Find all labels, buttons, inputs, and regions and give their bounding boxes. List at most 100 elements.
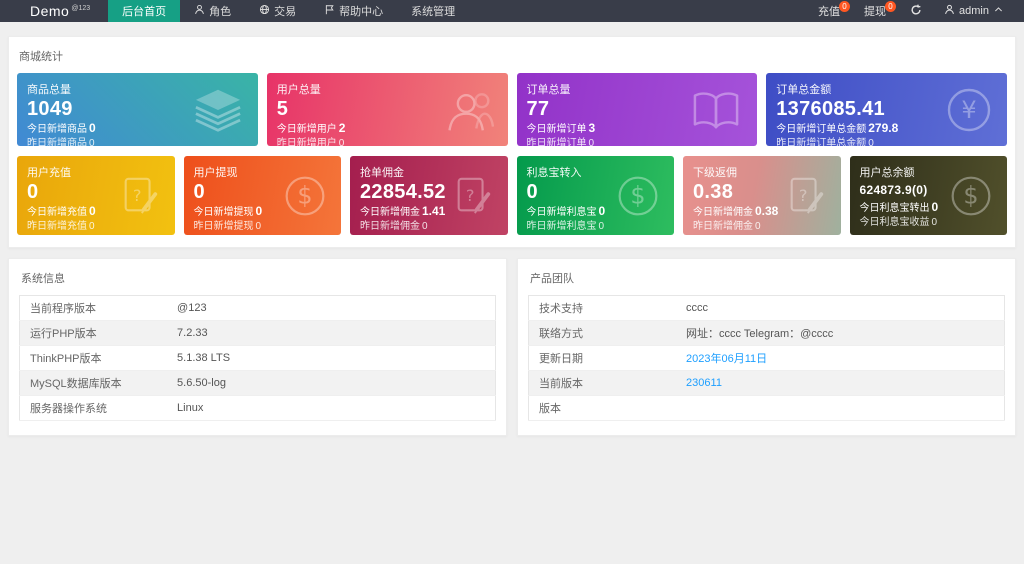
nav-item-system-management[interactable]: 系统管理	[397, 0, 469, 22]
withdraw-button[interactable]: 提现 0	[852, 0, 898, 22]
row-value: Linux	[167, 396, 495, 421]
stat-card-user-total: 用户总量 5 今日新增用户2 昨日新增用户0	[267, 73, 508, 146]
shop-stats-title: 商城统计	[17, 45, 1007, 73]
yen-circle-icon: ¥	[945, 86, 993, 134]
stat-card-user-withdraw: 用户提现 0 今日新增提现0 昨日新增提现0 $	[184, 156, 342, 235]
product-team-panel: 产品团队 技术支持cccc 联络方式网址：cccc Telegram：@cccc…	[517, 258, 1016, 436]
main-menu: 后台首页 角色 交易 帮助中心 系统管理	[108, 0, 469, 22]
svg-text:?: ?	[132, 185, 141, 204]
row-label: 联络方式	[529, 321, 677, 346]
user-menu[interactable]: admin	[934, 0, 1014, 22]
system-info-table: 当前程序版本@123 运行PHP版本7.2.33 ThinkPHP版本5.1.3…	[19, 295, 496, 421]
stat-card-yesterday: 昨日新增提现0	[194, 220, 332, 234]
stat-card-yesterday: 昨日新增商品0	[27, 137, 248, 146]
nav-item-dashboard[interactable]: 后台首页	[108, 0, 180, 22]
row-label: 更新日期	[529, 346, 677, 371]
withdraw-label: 提现	[864, 3, 886, 19]
stat-card-yesterday: 昨日新增充值0	[27, 220, 165, 234]
table-row: 版本	[529, 396, 1005, 421]
row-value	[676, 396, 1004, 421]
app-logo-badge: @123	[71, 5, 90, 12]
row-label: 当前程序版本	[20, 296, 168, 321]
system-info-title: 系统信息	[19, 267, 496, 295]
recharge-button[interactable]: 充值 0	[806, 0, 852, 22]
recharge-label: 充值	[818, 3, 840, 19]
row-label: 服务器操作系统	[20, 396, 168, 421]
stat-card-order-amount: 订单总金额 1376085.41 今日新增订单总金额279.8 昨日新增订单总金…	[766, 73, 1007, 146]
withdraw-badge: 0	[885, 1, 896, 12]
row-label: 技术支持	[529, 296, 677, 321]
stat-card-product-total: 商品总量 1049 今日新增商品0 昨日新增商品0	[17, 73, 258, 146]
row-value: 7.2.33	[167, 321, 495, 346]
svg-text:$: $	[630, 181, 645, 209]
layers-icon	[192, 87, 244, 133]
svg-text:$: $	[963, 181, 978, 209]
app-logo[interactable]: Demo @123	[0, 0, 108, 22]
row-label: 版本	[529, 396, 677, 421]
row-value: 5.1.38 LTS	[167, 346, 495, 371]
nav-item-label: 后台首页	[122, 3, 166, 19]
table-row: 联络方式网址：cccc Telegram：@cccc	[529, 321, 1005, 346]
nav-item-label: 交易	[274, 3, 296, 19]
app-logo-text: Demo	[30, 3, 69, 19]
caret-up-icon	[993, 4, 1004, 18]
nav-item-label: 系统管理	[411, 3, 455, 19]
person-icon	[194, 4, 205, 18]
stat-card-order-total: 订单总量 77 今日新增订单3 昨日新增订单0	[517, 73, 758, 146]
flag-icon	[324, 4, 335, 18]
stat-card-yesterday: 昨日新增佣金0	[360, 220, 498, 234]
nav-item-label: 帮助中心	[339, 3, 383, 19]
users-icon	[442, 86, 494, 134]
user-icon	[944, 4, 955, 18]
stat-card-user-balance: 用户总余额 624873.9(0) 今日利息宝转出0 今日利息宝收益0 $	[850, 156, 1008, 235]
stat-card-referral-rebate: 下级返佣 0.38 今日新增佣金0.38 昨日新增佣金0 ?	[683, 156, 841, 235]
table-row: 技术支持cccc	[529, 296, 1005, 321]
shop-stats-panel: 商城统计 商品总量 1049 今日新增商品0 昨日新增商品0 用户总量 5 今日…	[8, 36, 1016, 248]
stat-card-interest-in: 利息宝转入 0 今日新增利息宝0 昨日新增利息宝0 $	[517, 156, 675, 235]
update-date-link[interactable]: 2023年06月11日	[676, 346, 1004, 371]
dollar-circle-icon: $	[949, 174, 993, 218]
stat-card-user-recharge: 用户充值 0 今日新增充值0 昨日新增充值0 ?	[17, 156, 175, 235]
username: admin	[959, 5, 989, 17]
table-row: 服务器操作系统Linux	[20, 396, 496, 421]
row-label: MySQL数据库版本	[20, 371, 168, 396]
svg-text:?: ?	[465, 185, 474, 204]
stat-card-order-commission: 抢单佣金 22854.52 今日新增佣金1.41 昨日新增佣金0 ?	[350, 156, 508, 235]
top-navbar: Demo @123 后台首页 角色 交易 帮助中心 系统管理 充值 0 提现 0	[0, 0, 1024, 22]
table-row: ThinkPHP版本5.1.38 LTS	[20, 346, 496, 371]
dollar-circle-icon: $	[283, 174, 327, 218]
nav-item-help-center[interactable]: 帮助中心	[310, 0, 397, 22]
refresh-icon	[910, 4, 922, 19]
row-value: @123	[167, 296, 495, 321]
refresh-button[interactable]	[898, 0, 934, 22]
dollar-circle-icon: $	[616, 174, 660, 218]
stat-card-yesterday: 昨日新增利息宝0	[527, 220, 665, 234]
svg-text:¥: ¥	[961, 96, 976, 124]
row-label: 运行PHP版本	[20, 321, 168, 346]
row-value: 5.6.50-log	[167, 371, 495, 396]
product-team-title: 产品团队	[528, 267, 1005, 295]
nav-item-transactions[interactable]: 交易	[245, 0, 310, 22]
table-row: MySQL数据库版本5.6.50-log	[20, 371, 496, 396]
stat-card-yesterday: 昨日新增订单总金额0	[776, 137, 997, 146]
bottom-panels: 系统信息 当前程序版本@123 运行PHP版本7.2.33 ThinkPHP版本…	[8, 258, 1016, 436]
doc-question-icon: ?	[119, 175, 161, 217]
table-row: 当前程序版本@123	[20, 296, 496, 321]
table-row: 更新日期2023年06月11日	[529, 346, 1005, 371]
globe-icon	[259, 4, 270, 18]
stats-row-1: 商品总量 1049 今日新增商品0 昨日新增商品0 用户总量 5 今日新增用户2…	[17, 73, 1007, 146]
product-team-table: 技术支持cccc 联络方式网址：cccc Telegram：@cccc 更新日期…	[528, 295, 1005, 421]
row-label: ThinkPHP版本	[20, 346, 168, 371]
navbar-right: 充值 0 提现 0 admin	[806, 0, 1024, 22]
doc-question-icon: ?	[452, 175, 494, 217]
row-value: cccc	[676, 296, 1004, 321]
system-info-panel: 系统信息 当前程序版本@123 运行PHP版本7.2.33 ThinkPHP版本…	[8, 258, 507, 436]
stat-card-yesterday: 昨日新增用户0	[277, 137, 498, 146]
stat-card-yesterday: 昨日新增佣金0	[693, 220, 831, 234]
stats-row-2: 用户充值 0 今日新增充值0 昨日新增充值0 ? 用户提现 0 今日新增提现0 …	[17, 156, 1007, 235]
row-label: 当前版本	[529, 371, 677, 396]
nav-item-roles[interactable]: 角色	[180, 0, 245, 22]
doc-question-icon: ?	[785, 175, 827, 217]
table-row: 运行PHP版本7.2.33	[20, 321, 496, 346]
current-version-link[interactable]: 230611	[676, 371, 1004, 396]
